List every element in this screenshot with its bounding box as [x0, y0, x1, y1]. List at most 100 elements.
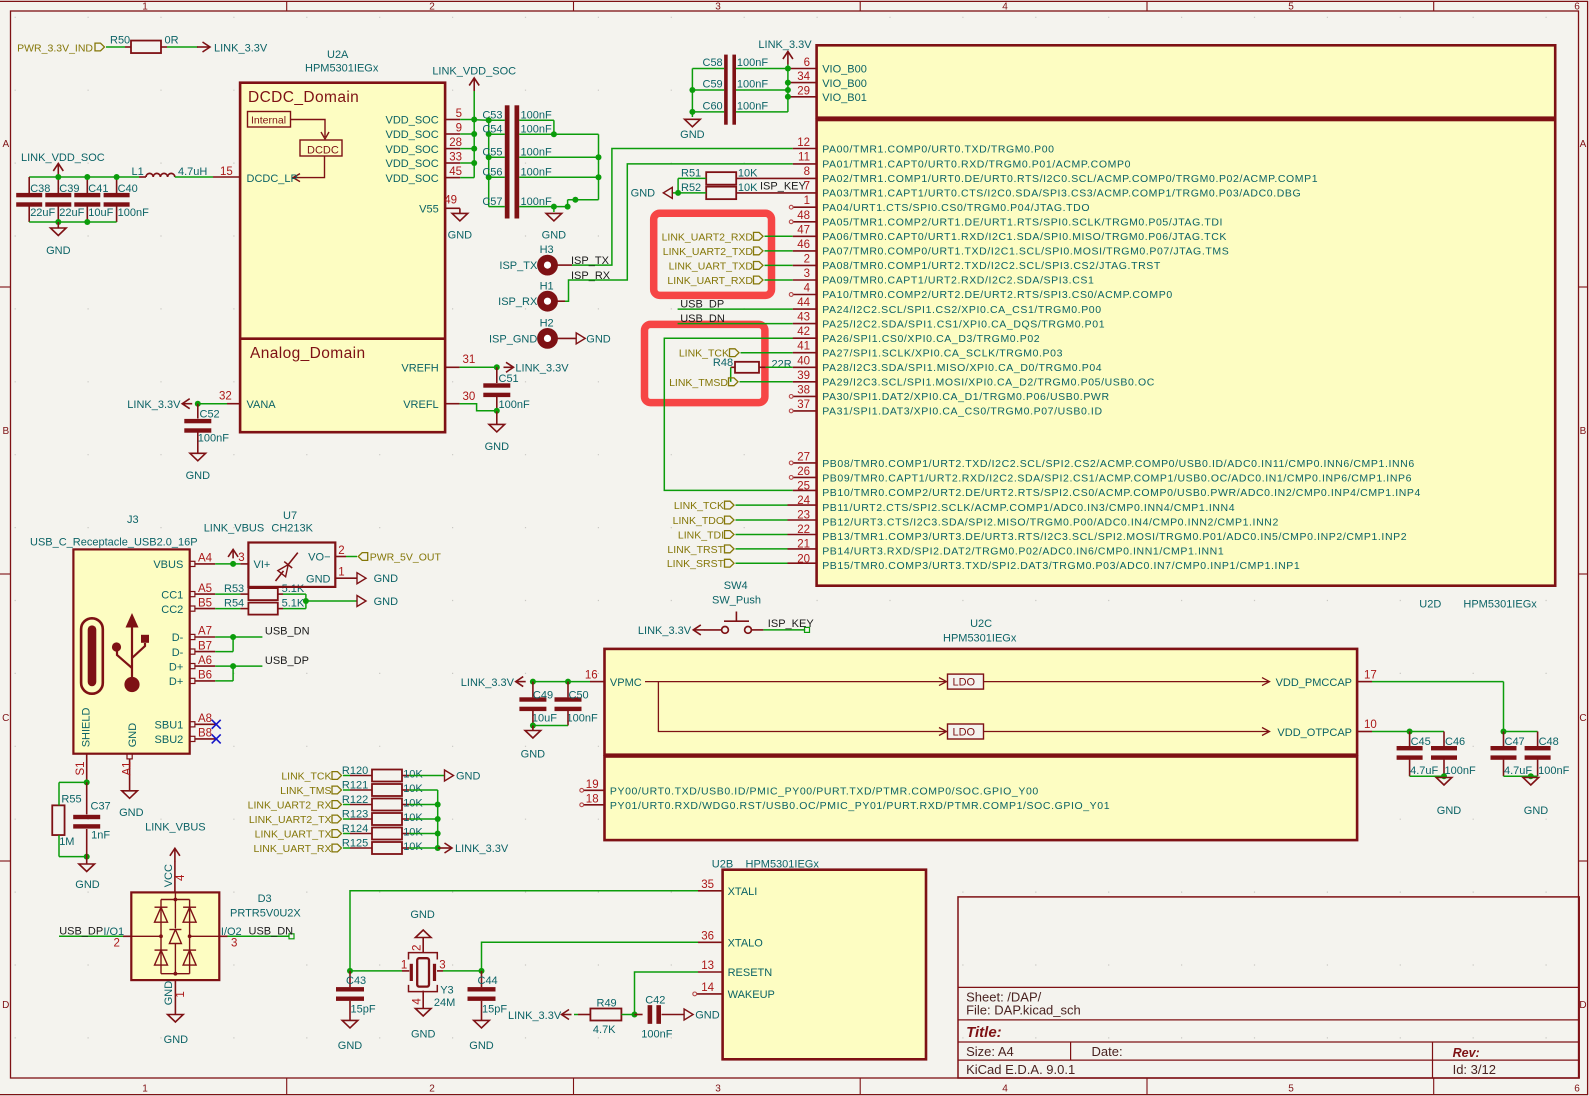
- svg-text:C: C: [1579, 713, 1586, 724]
- svg-text:SBU1: SBU1: [155, 720, 184, 732]
- svg-text:44: 44: [797, 297, 810, 309]
- svg-text:PB12/URT3.CTS/I2C3.SDA/SPI2.MI: PB12/URT3.CTS/I2C3.SDA/SPI2.MISO/TRGM0.P…: [822, 516, 1279, 528]
- svg-text:LINK_UART_RXD: LINK_UART_RXD: [667, 275, 753, 287]
- svg-text:C52: C52: [200, 409, 220, 421]
- svg-text:49: 49: [444, 195, 457, 207]
- svg-text:LINK_TRST: LINK_TRST: [667, 544, 724, 556]
- svg-text:ISP_KEY: ISP_KEY: [760, 180, 807, 192]
- svg-text:PA26/SPI1.CS0/XPI0.CA_D3/TRGM0: PA26/SPI1.CS0/XPI0.CA_D3/TRGM0.P02: [822, 333, 1040, 345]
- svg-text:1M: 1M: [59, 836, 74, 848]
- svg-text:H1: H1: [540, 280, 554, 292]
- svg-text:PA24/I2C2.SCL/SPI1.CS2/XPI0.CA: PA24/I2C2.SCL/SPI1.CS2/XPI0.CA_CS1/TRGM0…: [822, 304, 1101, 316]
- svg-text:C60: C60: [703, 101, 723, 113]
- svg-text:47: 47: [797, 224, 810, 236]
- svg-text:GND: GND: [411, 1029, 436, 1041]
- svg-text:GND: GND: [338, 1040, 363, 1052]
- svg-text:1: 1: [804, 195, 810, 207]
- svg-text:C45: C45: [1411, 736, 1431, 748]
- svg-text:R120: R120: [342, 765, 368, 777]
- svg-text:15: 15: [220, 166, 233, 178]
- svg-text:27: 27: [797, 451, 810, 463]
- svg-text:C56: C56: [482, 166, 502, 178]
- svg-text:B: B: [2, 426, 9, 437]
- svg-text:C44: C44: [478, 975, 498, 987]
- svg-text:USB_DP: USB_DP: [265, 655, 309, 667]
- svg-text:ISP_RX: ISP_RX: [498, 296, 538, 308]
- svg-text:4: 4: [1002, 2, 1008, 13]
- svg-text:U7: U7: [283, 510, 297, 522]
- svg-text:10uF: 10uF: [88, 207, 113, 219]
- svg-text:32: 32: [219, 391, 232, 403]
- svg-text:File: DAP.kicad_sch: File: DAP.kicad_sch: [966, 1003, 1081, 1018]
- svg-text:GND: GND: [163, 981, 175, 1006]
- svg-text:48: 48: [797, 210, 810, 222]
- svg-text:36: 36: [701, 930, 714, 942]
- svg-text:LINK_TMSD: LINK_TMSD: [669, 377, 728, 389]
- svg-text:USB_C_Receptacle_USB2.0_16P: USB_C_Receptacle_USB2.0_16P: [30, 537, 198, 549]
- svg-text:VIO_B00: VIO_B00: [822, 78, 867, 90]
- svg-text:4: 4: [412, 998, 424, 1005]
- svg-text:B5: B5: [198, 597, 212, 609]
- svg-text:100nF: 100nF: [198, 433, 229, 445]
- svg-text:GND: GND: [374, 596, 399, 608]
- svg-text:CC2: CC2: [161, 604, 183, 616]
- svg-text:USB_DN: USB_DN: [249, 926, 294, 938]
- svg-text:U2C: U2C: [970, 618, 992, 630]
- svg-text:LDO: LDO: [953, 677, 976, 689]
- svg-text:C57: C57: [482, 196, 502, 208]
- svg-text:A4: A4: [198, 553, 213, 565]
- svg-text:C: C: [2, 713, 9, 724]
- svg-text:S1: S1: [75, 761, 87, 775]
- svg-text:10K: 10K: [403, 798, 423, 810]
- svg-text:14: 14: [701, 982, 714, 994]
- svg-text:GND: GND: [542, 230, 567, 242]
- svg-text:34: 34: [797, 71, 810, 83]
- svg-text:LINK_TMS: LINK_TMS: [280, 785, 331, 797]
- svg-text:PB14/URT3.RXD/SPI2.DAT2/TRGM0.: PB14/URT3.RXD/SPI2.DAT2/TRGM0.P02/ADC0.I…: [822, 545, 1224, 557]
- svg-text:PA04/URT1.CTS/SPI0.CS0/TRGM0.P: PA04/URT1.CTS/SPI0.CS0/TRGM0.P04/JTAG.TD…: [822, 202, 1090, 214]
- svg-text:PB08/TMR0.COMP1/URT2.TXD/I2C2.: PB08/TMR0.COMP1/URT2.TXD/I2C2.SCL/SPI2.C…: [822, 458, 1415, 470]
- svg-text:L1: L1: [132, 166, 144, 178]
- svg-text:J3: J3: [127, 514, 139, 526]
- svg-text:4: 4: [1002, 1084, 1008, 1095]
- svg-text:GND: GND: [306, 573, 331, 585]
- svg-text:PA06/TMR0.CAPT0/URT1.RXD/I2C1.: PA06/TMR0.CAPT0/URT1.RXD/I2C1.SDA/SPI0.M…: [822, 231, 1227, 243]
- svg-text:26: 26: [797, 466, 810, 478]
- svg-text:CC1: CC1: [161, 589, 183, 601]
- svg-text:B: B: [1580, 426, 1587, 437]
- svg-text:PA28/I2C3.SDA/SPI1.MISO/XPI0.C: PA28/I2C3.SDA/SPI1.MISO/XPI0.CA_D0/TRGM0…: [822, 362, 1102, 374]
- svg-text:43: 43: [797, 312, 810, 324]
- svg-text:10K: 10K: [403, 783, 423, 795]
- svg-text:ISP_TX: ISP_TX: [499, 260, 538, 272]
- svg-text:PY00/URT0.TXD/USB0.ID/PMIC_PY0: PY00/URT0.TXD/USB0.ID/PMIC_PY00/PURT.TXD…: [610, 786, 1039, 798]
- svg-text:6: 6: [1574, 2, 1580, 13]
- svg-text:RESETN: RESETN: [728, 967, 773, 979]
- svg-text:1nF: 1nF: [91, 830, 110, 842]
- svg-text:8: 8: [804, 166, 810, 178]
- svg-text:C54: C54: [482, 124, 502, 136]
- svg-text:PA00/TMR1.COMP0/URT0.TXD/TRGM0: PA00/TMR1.COMP0/URT0.TXD/TRGM0.P00: [822, 144, 1054, 156]
- svg-text:20: 20: [797, 553, 810, 565]
- svg-text:GND: GND: [75, 879, 100, 891]
- svg-text:VREFH: VREFH: [401, 363, 438, 375]
- svg-text:0R: 0R: [165, 35, 179, 47]
- svg-text:C43: C43: [346, 975, 366, 987]
- svg-text:LINK_3.3V: LINK_3.3V: [758, 39, 812, 51]
- svg-text:LINK_UART2_TXD: LINK_UART2_TXD: [663, 246, 754, 258]
- svg-text:KiCad E.D.A. 9.0.1: KiCad E.D.A. 9.0.1: [966, 1062, 1075, 1077]
- svg-text:22uF: 22uF: [59, 207, 84, 219]
- svg-text:100nF: 100nF: [737, 101, 768, 113]
- svg-text:B6: B6: [198, 670, 212, 682]
- svg-text:33: 33: [449, 152, 462, 164]
- svg-text:3: 3: [231, 937, 237, 949]
- svg-text:PA25/I2C2.SDA/SPI1.CS1/XPI0.CA: PA25/I2C2.SDA/SPI1.CS1/XPI0.CA_DQS/TRGM0…: [822, 318, 1105, 330]
- svg-text:10uF: 10uF: [532, 713, 557, 725]
- svg-text:2: 2: [429, 2, 435, 13]
- svg-text:PRTR5V0U2X: PRTR5V0U2X: [230, 908, 301, 920]
- svg-text:LINK_TCK: LINK_TCK: [674, 500, 724, 512]
- svg-text:ISP_KEY: ISP_KEY: [768, 618, 815, 630]
- svg-text:PB13/TMR1.COMP3/URT3.DE/URT3.R: PB13/TMR1.COMP3/URT3.DE/URT3.RTS/I2C3.SC…: [822, 531, 1407, 543]
- svg-text:GND: GND: [521, 749, 546, 761]
- svg-text:A: A: [1580, 139, 1587, 150]
- svg-text:A1: A1: [122, 761, 134, 775]
